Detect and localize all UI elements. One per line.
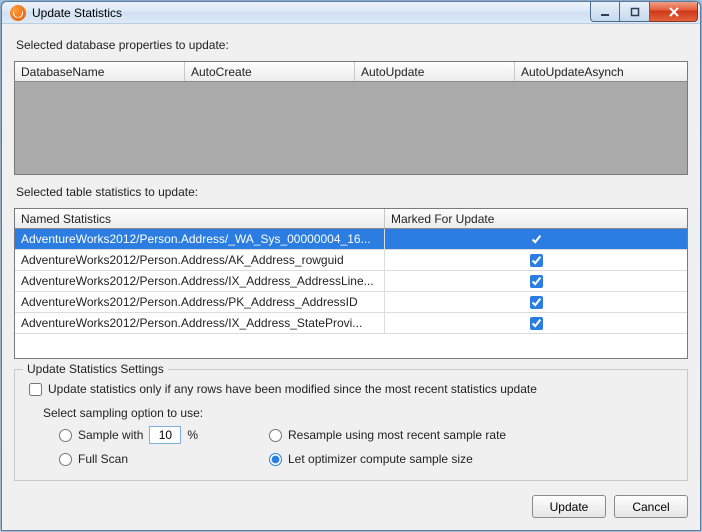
resample-radio[interactable] bbox=[269, 429, 282, 442]
stat-name-cell: AdventureWorks2012/Person.Address/PK_Add… bbox=[15, 292, 385, 312]
window-buttons bbox=[590, 2, 698, 22]
col-dbname[interactable]: DatabaseName bbox=[15, 62, 185, 81]
sample-with-option: Sample with % bbox=[59, 426, 269, 444]
dialog-content: Selected database properties to update: … bbox=[2, 24, 700, 530]
sampling-options: Sample with % Resample using most recent… bbox=[59, 426, 675, 466]
table-stats-body: AdventureWorks2012/Person.Address/_WA_Sy… bbox=[15, 229, 687, 334]
marked-checkbox[interactable] bbox=[530, 254, 543, 267]
table-row[interactable]: AdventureWorks2012/Person.Address/AK_Add… bbox=[15, 250, 687, 271]
full-scan-option: Full Scan bbox=[59, 452, 269, 466]
marked-checkbox[interactable] bbox=[530, 275, 543, 288]
titlebar[interactable]: Update Statistics bbox=[2, 2, 700, 24]
minimize-button[interactable] bbox=[590, 2, 620, 22]
app-icon bbox=[10, 5, 26, 21]
only-modified-row: Update statistics only if any rows have … bbox=[29, 382, 675, 396]
marked-cell bbox=[385, 250, 687, 270]
table-row[interactable]: AdventureWorks2012/Person.Address/_WA_Sy… bbox=[15, 229, 687, 250]
optimizer-label[interactable]: Let optimizer compute sample size bbox=[288, 452, 473, 466]
optimizer-radio[interactable] bbox=[269, 453, 282, 466]
table-stats-pad bbox=[15, 334, 687, 358]
marked-cell bbox=[385, 229, 687, 249]
db-props-body bbox=[15, 82, 687, 174]
resample-label[interactable]: Resample using most recent sample rate bbox=[288, 428, 506, 442]
table-stats-header: Named Statistics Marked For Update bbox=[15, 209, 687, 229]
resample-option: Resample using most recent sample rate bbox=[269, 426, 675, 444]
marked-checkbox[interactable] bbox=[530, 296, 543, 309]
settings-legend: Update Statistics Settings bbox=[23, 362, 168, 376]
db-props-header: DatabaseName AutoCreate AutoUpdate AutoU… bbox=[15, 62, 687, 82]
optimizer-option: Let optimizer compute sample size bbox=[269, 452, 675, 466]
window-title: Update Statistics bbox=[32, 6, 122, 20]
marked-checkbox[interactable] bbox=[530, 317, 543, 330]
maximize-icon bbox=[630, 7, 640, 17]
stat-name-cell: AdventureWorks2012/Person.Address/IX_Add… bbox=[15, 271, 385, 291]
only-modified-checkbox[interactable] bbox=[29, 383, 42, 396]
close-button[interactable] bbox=[650, 2, 698, 22]
close-icon bbox=[668, 7, 680, 17]
cancel-button[interactable]: Cancel bbox=[614, 495, 688, 518]
marked-checkbox[interactable] bbox=[530, 233, 543, 246]
table-row[interactable]: AdventureWorks2012/Person.Address/IX_Add… bbox=[15, 271, 687, 292]
db-props-grid[interactable]: DatabaseName AutoCreate AutoUpdate AutoU… bbox=[14, 61, 688, 175]
sample-percent-input[interactable] bbox=[149, 426, 181, 444]
col-marked[interactable]: Marked For Update bbox=[385, 209, 687, 228]
percent-sign: % bbox=[187, 428, 198, 442]
marked-cell bbox=[385, 313, 687, 333]
table-stats-label: Selected table statistics to update: bbox=[16, 185, 686, 199]
full-scan-label[interactable]: Full Scan bbox=[78, 452, 128, 466]
only-modified-label[interactable]: Update statistics only if any rows have … bbox=[48, 382, 537, 396]
col-autoupdate[interactable]: AutoUpdate bbox=[355, 62, 515, 81]
full-scan-radio[interactable] bbox=[59, 453, 72, 466]
table-row[interactable]: AdventureWorks2012/Person.Address/IX_Add… bbox=[15, 313, 687, 334]
stat-name-cell: AdventureWorks2012/Person.Address/_WA_Sy… bbox=[15, 229, 385, 249]
sampling-label: Select sampling option to use: bbox=[43, 406, 675, 420]
sample-with-label[interactable]: Sample with bbox=[78, 428, 143, 442]
minimize-icon bbox=[600, 7, 610, 17]
sample-with-radio[interactable] bbox=[59, 429, 72, 442]
maximize-button[interactable] bbox=[620, 2, 650, 22]
stat-name-cell: AdventureWorks2012/Person.Address/IX_Add… bbox=[15, 313, 385, 333]
marked-cell bbox=[385, 271, 687, 291]
marked-cell bbox=[385, 292, 687, 312]
table-stats-grid[interactable]: Named Statistics Marked For Update Adven… bbox=[14, 208, 688, 359]
update-button[interactable]: Update bbox=[532, 495, 606, 518]
db-props-label: Selected database properties to update: bbox=[16, 38, 686, 52]
dialog-window: Update Statistics Selected database prop… bbox=[1, 1, 701, 531]
dialog-footer: Update Cancel bbox=[14, 495, 688, 518]
settings-fieldset: Update Statistics Settings Update statis… bbox=[14, 369, 688, 481]
table-row[interactable]: AdventureWorks2012/Person.Address/PK_Add… bbox=[15, 292, 687, 313]
col-autoupdateasync[interactable]: AutoUpdateAsynch bbox=[515, 62, 687, 81]
col-autocreate[interactable]: AutoCreate bbox=[185, 62, 355, 81]
col-named-stats[interactable]: Named Statistics bbox=[15, 209, 385, 228]
stat-name-cell: AdventureWorks2012/Person.Address/AK_Add… bbox=[15, 250, 385, 270]
